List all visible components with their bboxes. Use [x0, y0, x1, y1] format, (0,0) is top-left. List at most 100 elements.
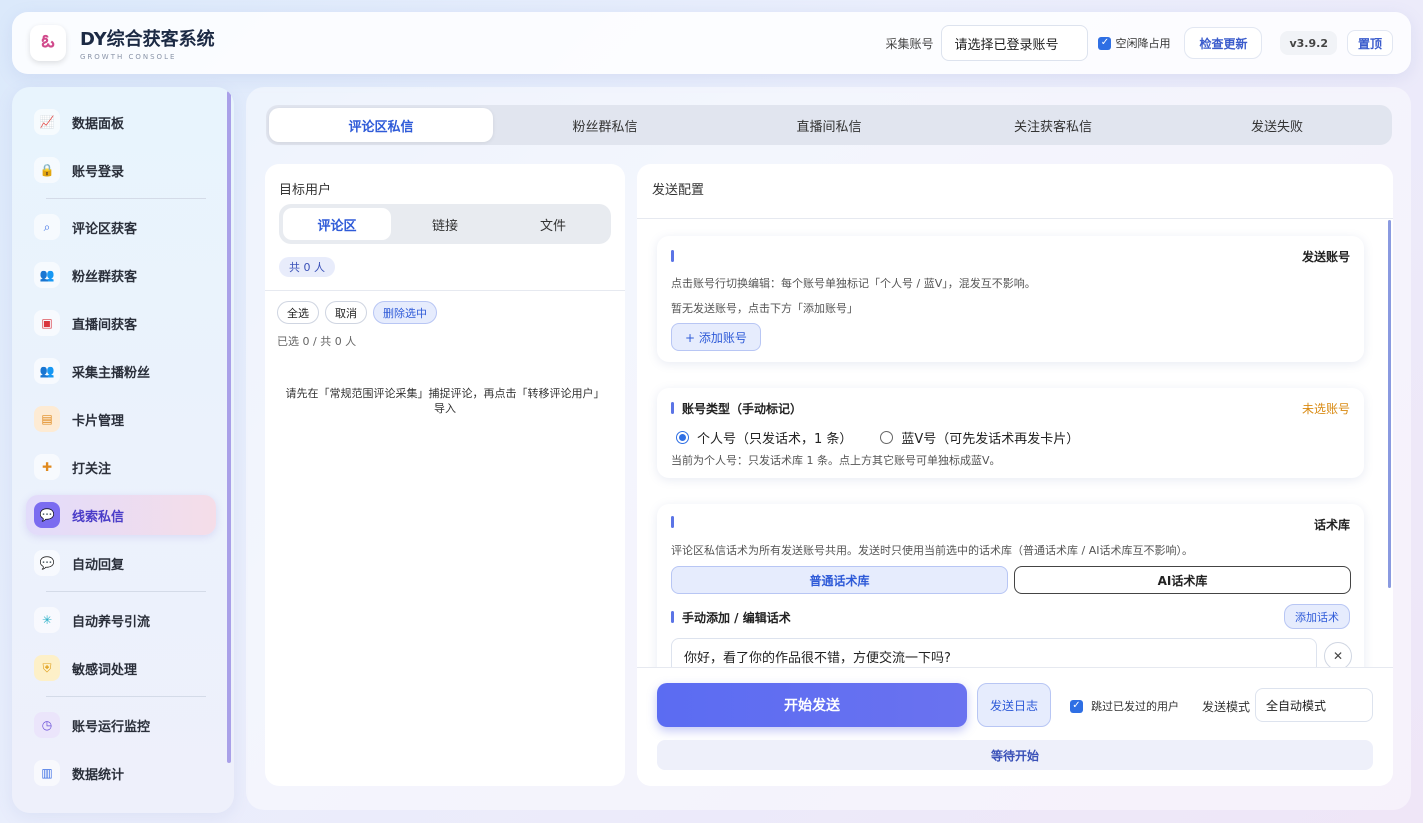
section-marker	[671, 611, 674, 623]
script-library-card: 话术库 评论区私信话术为所有发送账号共用。发送时只使用当前选中的话术库（普通话术…	[657, 504, 1364, 684]
send-mode-label: 发送模式	[1202, 700, 1251, 714]
sidebar-divider	[46, 696, 206, 697]
sidebar-item-label: 自动回复	[72, 557, 125, 573]
sidebar-item-follow[interactable]: ✚ 打关注	[26, 447, 216, 487]
empty-hint: 请先在「常规范围评论采集」捕捉评论，再点击「转移评论用户」导入	[285, 387, 605, 415]
add-account-button[interactable]: + 添加账号	[671, 323, 761, 351]
script-lib-heading: 话术库	[1313, 518, 1350, 532]
account-type-options: 个人号（只发话术，1 条） 蓝V号（可先发话术再发卡片）	[676, 428, 1079, 447]
sidebar-item-label: 采集主播粉丝	[72, 365, 151, 381]
send-action-bar: 开始发送 发送日志 ✓ 跳过已发过的用户 发送模式 全自动模式 等待开始	[637, 667, 1393, 786]
lock-icon: 🔒	[34, 157, 60, 183]
segment-file[interactable]: 文件	[499, 208, 607, 240]
sidebar-item-auto-nurture[interactable]: ✳ 自动养号引流	[26, 600, 216, 640]
sidebar-scrollbar[interactable]	[227, 91, 231, 763]
account-type-status: 未选账号	[1301, 402, 1350, 416]
source-segment: 评论区 链接 文件	[279, 204, 611, 244]
ai-library-button[interactable]: AI话术库	[1014, 566, 1351, 594]
check-update-button[interactable]: 检查更新	[1184, 27, 1263, 59]
delete-selected-button[interactable]: 删除选中	[373, 301, 437, 324]
app-title: DY综合获客系统	[80, 29, 215, 50]
top-controls: 采集账号 请选择已登录账号 ✓ 空闲降占用 检查更新 v3.9.2 置顶	[885, 25, 1393, 61]
selected-info: 已选 0 / 共 0 人	[277, 335, 357, 348]
close-icon[interactable]: ✕	[1324, 642, 1352, 670]
sidebar-item-label: 卡片管理	[72, 413, 125, 429]
user-plus-icon: ✚	[34, 454, 60, 480]
manual-script-heading: 手动添加 / 编辑话术	[682, 611, 791, 625]
pin-top-button[interactable]: 置顶	[1346, 30, 1393, 56]
account-type-heading: 账号类型（手动标记）	[682, 402, 803, 416]
radio-bluev[interactable]	[880, 431, 894, 444]
cancel-button[interactable]: 取消	[325, 301, 367, 324]
config-scrollbar[interactable]	[1388, 220, 1391, 588]
sidebar-item-sensitive-words[interactable]: ⛨ 敏感词处理	[26, 648, 216, 688]
sidebar-item-label: 数据面板	[72, 116, 125, 132]
sidebar-item-fan-group[interactable]: 👥 粉丝群获客	[26, 255, 216, 295]
user-group-icon: 👥	[34, 358, 60, 384]
send-accounts-empty: 暂无发送账号，点击下方「添加账号」	[671, 302, 858, 315]
app-logo-icon: ఓ	[30, 25, 66, 61]
sidebar-item-label: 评论区获客	[72, 221, 138, 237]
sidebar-item-streamer-fans[interactable]: 👥 采集主播粉丝	[26, 351, 216, 391]
sidebar-item-label: 粉丝群获客	[72, 269, 138, 285]
tab-send-failed[interactable]: 发送失败	[1165, 108, 1389, 142]
sidebar-item-label: 打关注	[72, 461, 112, 477]
account-type-card: 账号类型（手动标记） 未选账号 个人号（只发话术，1 条） 蓝V号（可先发话术再…	[657, 388, 1364, 478]
segment-comment[interactable]: 评论区	[283, 208, 391, 240]
sidebar-item-card-manage[interactable]: ▤ 卡片管理	[26, 399, 216, 439]
account-select[interactable]: 请选择已登录账号	[941, 25, 1089, 61]
top-bar: ఓ DY综合获客系统 GROWTH CONSOLE 采集账号 请选择已登录账号 …	[12, 12, 1411, 74]
tab-follow-message[interactable]: 关注获客私信	[941, 108, 1165, 142]
divider	[265, 290, 625, 291]
start-send-button[interactable]: 开始发送	[657, 683, 967, 727]
sidebar-item-comment-leads[interactable]: ⌕ 评论区获客	[26, 207, 216, 247]
tab-comment-message[interactable]: 评论区私信	[269, 108, 493, 142]
skip-sent-toggle[interactable]: ✓ 跳过已发过的用户	[1070, 698, 1179, 714]
normal-library-button[interactable]: 普通话术库	[671, 566, 1008, 594]
sidebar-item-label: 自动养号引流	[72, 614, 151, 630]
checkbox-checked-icon[interactable]: ✓	[1070, 699, 1083, 713]
sidebar-item-label: 账号登录	[72, 164, 125, 180]
main-area: 评论区私信 粉丝群私信 直播间私信 关注获客私信 发送失败 目标用户 评论区 链…	[246, 87, 1411, 810]
sidebar-item-live-room[interactable]: ▣ 直播间获客	[26, 303, 216, 343]
section-marker	[671, 402, 674, 414]
section-marker	[671, 516, 674, 528]
add-script-button[interactable]: 添加话术	[1284, 604, 1350, 629]
segment-link[interactable]: 链接	[391, 208, 499, 240]
section-marker	[671, 250, 674, 262]
user-count-badge: 共 0 人	[279, 257, 335, 277]
send-accounts-heading: 发送账号	[1301, 250, 1350, 264]
send-config-panel: 发送配置 发送账号 点击账号行切换编辑：每个账号单独标记「个人号 / 蓝V」，混…	[637, 164, 1393, 786]
account-type-note: 当前为个人号：只发话术库 1 条。点上方其它账号可单独标成蓝V。	[671, 454, 1001, 467]
sidebar-item-account-monitor[interactable]: ◷ 账号运行监控	[26, 705, 216, 745]
tab-fan-group-message[interactable]: 粉丝群私信	[493, 108, 717, 142]
sidebar-divider	[46, 198, 206, 199]
sidebar-item-label: 数据统计	[72, 767, 125, 783]
idle-toggle[interactable]: ✓ 空闲降占用	[1098, 35, 1170, 51]
target-users-panel: 目标用户 评论区 链接 文件 共 0 人 全选 取消 删除选中 已选 0 / 共…	[265, 164, 625, 786]
checkbox-checked-icon[interactable]: ✓	[1098, 36, 1112, 50]
sidebar-item-login[interactable]: 🔒 账号登录	[26, 150, 216, 190]
sidebar-item-auto-reply[interactable]: 💬 自动回复	[26, 543, 216, 583]
radio-personal-label: 个人号（只发话术，1 条）	[697, 432, 853, 447]
chart-line-icon: 📈	[34, 109, 60, 135]
users-icon: 👥	[34, 262, 60, 288]
radio-personal[interactable]	[676, 431, 689, 444]
brand: DY综合获客系统 GROWTH CONSOLE	[80, 25, 215, 61]
sidebar-item-label: 敏感词处理	[72, 662, 138, 678]
message-tabs: 评论区私信 粉丝群私信 直播间私信 关注获客私信 发送失败	[266, 105, 1392, 145]
chat-reply-icon: 💬	[34, 550, 60, 576]
send-log-button[interactable]: 发送日志	[977, 683, 1051, 727]
panel-title: 发送配置	[652, 183, 705, 198]
divider	[637, 218, 1393, 219]
sidebar-item-lead-message[interactable]: 💬 线索私信	[26, 495, 216, 535]
sidebar-item-statistics[interactable]: ▥ 数据统计	[26, 753, 216, 793]
send-accounts-card: 发送账号 点击账号行切换编辑：每个账号单独标记「个人号 / 蓝V」，混发互不影响…	[657, 236, 1364, 362]
sidebar-item-dashboard[interactable]: 📈 数据面板	[26, 102, 216, 142]
send-mode-select[interactable]: 全自动模式	[1255, 688, 1373, 722]
monitor-icon: ▣	[34, 310, 60, 336]
panel-title: 目标用户	[279, 183, 332, 198]
select-all-button[interactable]: 全选	[277, 301, 319, 324]
tab-live-room-message[interactable]: 直播间私信	[717, 108, 941, 142]
sidebar-item-label: 直播间获客	[72, 317, 138, 333]
